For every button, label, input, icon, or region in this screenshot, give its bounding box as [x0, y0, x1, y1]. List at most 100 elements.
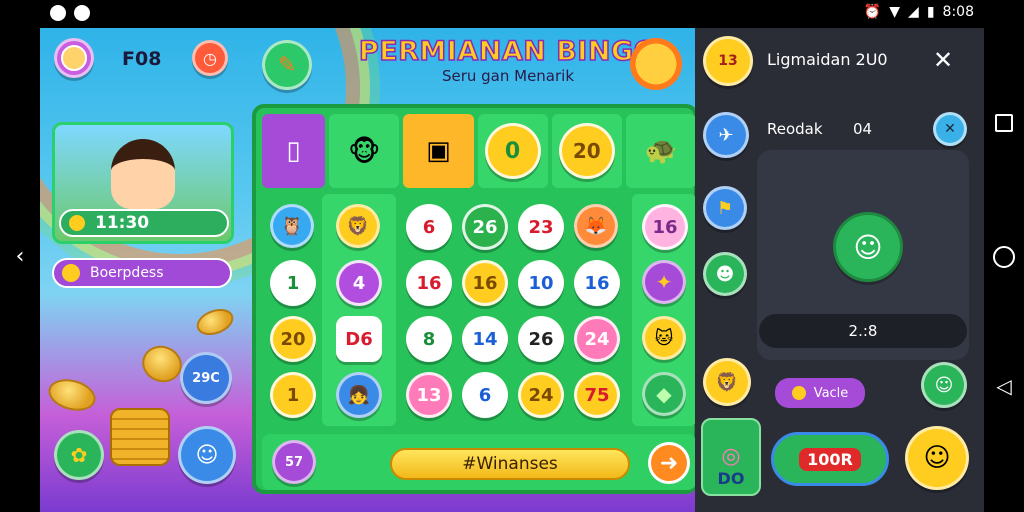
signal-icon: ◢	[908, 4, 919, 20]
bird-icon: ✈	[718, 124, 734, 146]
main-action-button[interactable]: ☺	[833, 212, 903, 282]
cell-owl[interactable]: 🦉	[270, 204, 314, 248]
bingo-ball[interactable]: 24	[574, 316, 620, 362]
win-button[interactable]: #Winanses	[390, 448, 630, 480]
bingo-ball[interactable]: 26	[462, 204, 508, 250]
bottom-badge-label: 57	[284, 454, 304, 470]
header-ball-2: 20	[558, 123, 615, 179]
bingo-ball[interactable]: 13	[406, 372, 452, 418]
bingo-ball[interactable]: 20	[270, 316, 316, 362]
panel-title: Ligmaidan 2U0	[767, 50, 888, 69]
bingo-grid: 🦉 1 20 1 🦁 4 D6 👧 6 16 8 13 26 16 14 6 2…	[262, 194, 695, 426]
home-button[interactable]	[993, 246, 1015, 268]
bingo-ball[interactable]: 1	[270, 260, 316, 306]
header-cell-number-1[interactable]: 0	[477, 114, 548, 188]
bingo-ball[interactable]: 16	[574, 260, 620, 306]
character-card: 11:30	[52, 122, 234, 244]
title-block: PERMIANAN BINGO Seru gan Menarik	[338, 35, 678, 85]
menu-button-4[interactable]: ☺	[921, 362, 967, 408]
bingo-ball[interactable]: 16	[642, 204, 688, 250]
b-letter-icon: ▯	[286, 136, 301, 166]
status-bar: ⏰ ▼ ◢ ▮ 8:08	[0, 0, 1024, 28]
monkey-icon: 🐵	[348, 134, 381, 168]
header-cell-number-2[interactable]: 20	[551, 114, 622, 188]
side-panel: 13 Ligmaidan 2U0 ✕ ✈ Reodak 04 ✕ ⚑ ☻ ☺ 2…	[695, 28, 984, 512]
coin-icon	[791, 386, 806, 400]
lion-badge-icon: 🦁	[715, 371, 739, 393]
left-nav-bar: ‹	[0, 28, 40, 512]
clock-icon: ◷	[203, 48, 217, 68]
star-icon: ✦	[655, 270, 673, 294]
header-cell-frame[interactable]: ▣	[403, 114, 474, 188]
cell-cat[interactable]: 🐱	[642, 316, 686, 360]
app-notification-icon	[74, 5, 90, 21]
gift-icon: ✿	[70, 443, 88, 467]
profile-button[interactable]: ✈	[703, 112, 749, 158]
level-button[interactable]: ◎ DO	[701, 418, 761, 496]
bingo-ball[interactable]: 75	[574, 372, 620, 418]
bingo-ball[interactable]: 14	[462, 316, 508, 362]
recents-button[interactable]	[995, 114, 1013, 132]
bingo-ball[interactable]: D6	[336, 316, 382, 362]
game-area: F08 ◷ ✎ PERMIANAN BINGO Seru gan Menarik…	[40, 28, 695, 512]
bottom-badge-button[interactable]: 57	[272, 440, 316, 484]
chat-icon: ☺	[934, 374, 954, 396]
flag-icon: ⚑	[716, 197, 734, 219]
row-label: Reodak	[767, 120, 823, 138]
menu-button-2[interactable]: ☻	[703, 252, 747, 296]
header-cell-monkey[interactable]: 🐵	[329, 114, 400, 188]
next-arrow-button[interactable]: ➜	[648, 442, 690, 484]
system-nav-bar: ◁	[984, 28, 1024, 512]
mini-pill-label: Vacle	[813, 385, 849, 401]
back-button[interactable]: ◁	[996, 376, 1011, 396]
reward-face-button[interactable]: ☺	[905, 426, 969, 490]
score-field: 2.:8	[759, 314, 967, 348]
promo-button[interactable]: 100R	[771, 432, 889, 486]
promo-label: 100R	[799, 447, 861, 471]
bingo-ball[interactable]: 6	[462, 372, 508, 418]
level-badge[interactable]: 13	[703, 36, 753, 86]
bingo-ball[interactable]: 1	[270, 372, 316, 418]
girl-icon: 👧	[347, 384, 371, 406]
coin-decoration	[44, 374, 100, 416]
bingo-ball[interactable]: 16	[462, 260, 508, 306]
bingo-ball[interactable]: 4	[336, 260, 382, 306]
cell-gem[interactable]: ◆	[642, 372, 686, 416]
card-badge-button[interactable]: 29C	[180, 352, 232, 404]
cell-star[interactable]: ✦	[642, 260, 686, 304]
share-button[interactable]: ✕	[933, 112, 967, 146]
bingo-ball[interactable]: 16	[406, 260, 452, 306]
header-cell-b[interactable]: ▯	[262, 114, 326, 188]
top-label: F08	[122, 48, 162, 70]
back-chevron-icon[interactable]: ‹	[16, 246, 25, 268]
header-cell-turtle[interactable]: 🐢	[625, 114, 695, 188]
pencil-button[interactable]: ✎	[262, 40, 312, 90]
bingo-ball[interactable]: 26	[518, 316, 564, 362]
booster-button[interactable]: Boerpdess	[52, 258, 232, 288]
player-avatar-button[interactable]	[54, 38, 94, 78]
cell-girl[interactable]: 👧	[336, 372, 382, 418]
battery-icon: ▮	[926, 4, 935, 20]
gem-icon: ◆	[656, 382, 672, 406]
cat-icon: 🐱	[654, 327, 674, 349]
menu-button-3[interactable]: 🦁	[703, 358, 751, 406]
game-subtitle: Seru gan Menarik	[441, 67, 575, 85]
reward-button[interactable]: ✿	[54, 430, 104, 480]
close-icon[interactable]: ✕	[933, 46, 953, 74]
fox-icon: 🦊	[584, 215, 608, 237]
timer-button[interactable]: ◷	[192, 40, 228, 76]
bingo-ball[interactable]: 6	[406, 204, 452, 250]
menu-button-1[interactable]: ⚑	[703, 186, 747, 230]
bingo-header-row: ▯ 🐵 ▣ 0 20 🐢	[262, 114, 695, 188]
mini-pill-button[interactable]: Vacle	[775, 378, 865, 408]
cell-fox[interactable]: 🦊	[574, 204, 618, 248]
pet-button[interactable]: ☺	[178, 426, 236, 484]
ring-icon: ◎	[721, 444, 741, 469]
bingo-ball[interactable]: 10	[518, 260, 564, 306]
bingo-ball[interactable]: 24	[518, 372, 564, 418]
bingo-ball[interactable]: 8	[406, 316, 452, 362]
bingo-ball[interactable]: 23	[518, 204, 564, 250]
cell-lion[interactable]: 🦁	[336, 204, 380, 248]
level-badge-label: 13	[718, 53, 738, 69]
wifi-icon: ▼	[889, 4, 901, 20]
